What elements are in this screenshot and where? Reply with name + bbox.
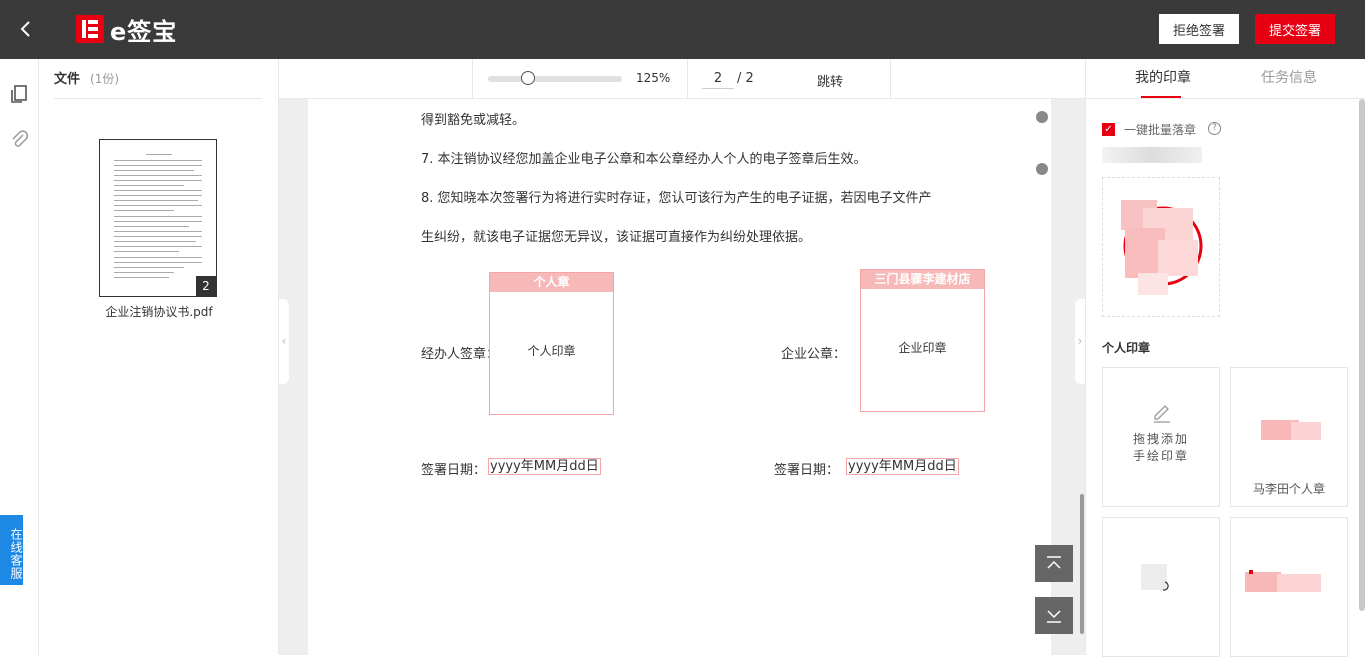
file-panel: 文件 (1份) 2 企业注销协议书.pdf xyxy=(39,59,279,655)
viewer-toolbar: 125% / 2 跳转 xyxy=(279,59,1085,99)
document-scrollbar[interactable] xyxy=(1080,494,1084,634)
personal-seal-slot[interactable]: 个人章 个人印章 xyxy=(489,272,614,415)
company-seal-label: 企业公章： xyxy=(781,347,847,362)
personal-seal-image xyxy=(1261,420,1321,440)
draw-seal-label: 拖拽添加 xyxy=(1132,432,1189,446)
arrow-up-to-top-icon xyxy=(1047,556,1061,569)
submit-sign-button[interactable]: 提交签署 xyxy=(1255,14,1335,44)
draw-seal-label: 手绘印章 xyxy=(1132,449,1189,463)
file-panel-header: 文件 (1份) xyxy=(54,59,262,99)
collapse-left-panel-button[interactable]: ‹ xyxy=(279,299,289,384)
personal-seal-name: 马李田个人章 xyxy=(1252,482,1325,496)
company-seal-image xyxy=(1121,200,1203,295)
personal-seal-card[interactable]: 马李田个人章 xyxy=(1230,367,1348,507)
sign-date-label: 签署日期： xyxy=(774,463,840,478)
attachment-icon[interactable] xyxy=(8,129,30,151)
pencil-icon xyxy=(1154,405,1170,423)
tab-task-info[interactable]: 任务信息 xyxy=(1261,59,1317,99)
batch-seal-checkbox[interactable]: ✓ xyxy=(1102,123,1115,136)
doc-paragraph: 8. 您知晓本次签署行为将进行实时存证，您认可该行为产生的电子证据，若因电子文件… xyxy=(421,191,932,206)
active-tab-indicator xyxy=(1141,96,1181,98)
online-service-button[interactable]: 在线客服 xyxy=(0,515,23,585)
doc-paragraph: 生纠纷，就该电子证据您无异议，该证据可直接作为纠纷处理依据。 xyxy=(421,230,812,245)
total-pages: / 2 xyxy=(737,71,754,86)
logo-text: e签宝 xyxy=(110,17,178,46)
app-logo: e签宝 xyxy=(76,14,178,46)
zoom-slider-handle[interactable] xyxy=(521,71,535,85)
file-name[interactable]: 企业注销协议书.pdf xyxy=(39,303,279,320)
page-number-input[interactable] xyxy=(702,69,734,89)
personal-seal-label: 经办人签章： xyxy=(421,347,500,362)
page-marker-dot xyxy=(1036,163,1048,175)
toolbar-divider xyxy=(472,59,473,99)
seal-image xyxy=(1245,570,1321,592)
toolbar-divider xyxy=(890,59,891,99)
document-page: 得到豁免或减轻。 7. 本注销协议经您加盖企业电子公章和本公章经办人个人的电子签… xyxy=(308,99,1051,655)
sign-date-field[interactable]: yyyy年MM月dd日 xyxy=(488,458,601,475)
personal-seal-header: 个人章 xyxy=(490,273,613,292)
logo-mark-icon xyxy=(76,15,104,43)
draw-seal-card[interactable]: 拖拽添加 手绘印章 xyxy=(1102,367,1220,507)
zoom-level: 125% xyxy=(636,71,671,85)
zoom-slider[interactable] xyxy=(488,76,622,82)
personal-seal-placeholder: 个人印章 xyxy=(527,344,576,358)
file-copy-icon[interactable] xyxy=(8,83,30,105)
file-panel-title: 文件 xyxy=(54,72,81,87)
company-seal-header: 三门县骤李建材店 xyxy=(861,270,984,289)
page-thumbnail[interactable]: 2 xyxy=(99,139,217,297)
batch-seal-label: 一键批量落章 xyxy=(1124,123,1197,137)
doc-paragraph: 得到豁免或减轻。 xyxy=(421,113,526,128)
reject-sign-button[interactable]: 拒绝签署 xyxy=(1159,14,1239,44)
thumbnail-page-badge: 2 xyxy=(196,276,216,296)
personal-seals-title: 个人印章 xyxy=(1102,341,1151,355)
document-viewer: ‹ 得到豁免或减轻。 7. 本注销协议经您加盖企业电子公章和本公章经办人个人的电… xyxy=(279,99,1085,655)
seal-panel-tabs: 我的印章 任务信息 xyxy=(1086,59,1365,99)
scroll-to-bottom-button[interactable] xyxy=(1035,597,1073,634)
arrow-down-to-bottom-icon xyxy=(1047,610,1061,623)
seal-panel: 我的印章 任务信息 ✓ 一键批量落章 ? 个人印章 拖拽添加 手绘印章 马李田个… xyxy=(1085,59,1365,657)
jump-button[interactable]: 跳转 xyxy=(817,71,843,90)
sign-date-label: 签署日期： xyxy=(421,463,487,478)
panel-scrollbar[interactable] xyxy=(1359,99,1365,611)
scroll-to-top-button[interactable] xyxy=(1035,545,1073,582)
tab-my-seals[interactable]: 我的印章 xyxy=(1135,59,1191,99)
seal-card[interactable] xyxy=(1102,517,1220,657)
page-marker-dot xyxy=(1036,111,1048,123)
seal-card[interactable] xyxy=(1230,517,1348,657)
collapse-right-panel-button[interactable]: › xyxy=(1075,299,1085,384)
back-arrow-icon[interactable] xyxy=(14,17,38,41)
help-icon[interactable]: ? xyxy=(1208,122,1221,135)
file-count: (1份) xyxy=(90,72,120,86)
toolbar-divider xyxy=(687,59,688,99)
company-seal-placeholder: 企业印章 xyxy=(898,341,947,355)
company-seal-card[interactable] xyxy=(1102,177,1220,317)
company-name-redacted xyxy=(1102,147,1202,163)
top-bar: e签宝 拒绝签署 提交签署 xyxy=(0,0,1365,59)
seal-image xyxy=(1141,564,1169,591)
doc-paragraph: 7. 本注销协议经您加盖企业电子公章和本公章经办人个人的电子签章后生效。 xyxy=(421,152,867,167)
company-seal-slot[interactable]: 三门县骤李建材店 企业印章 xyxy=(860,269,985,412)
sign-date-field[interactable]: yyyy年MM月dd日 xyxy=(846,458,959,475)
